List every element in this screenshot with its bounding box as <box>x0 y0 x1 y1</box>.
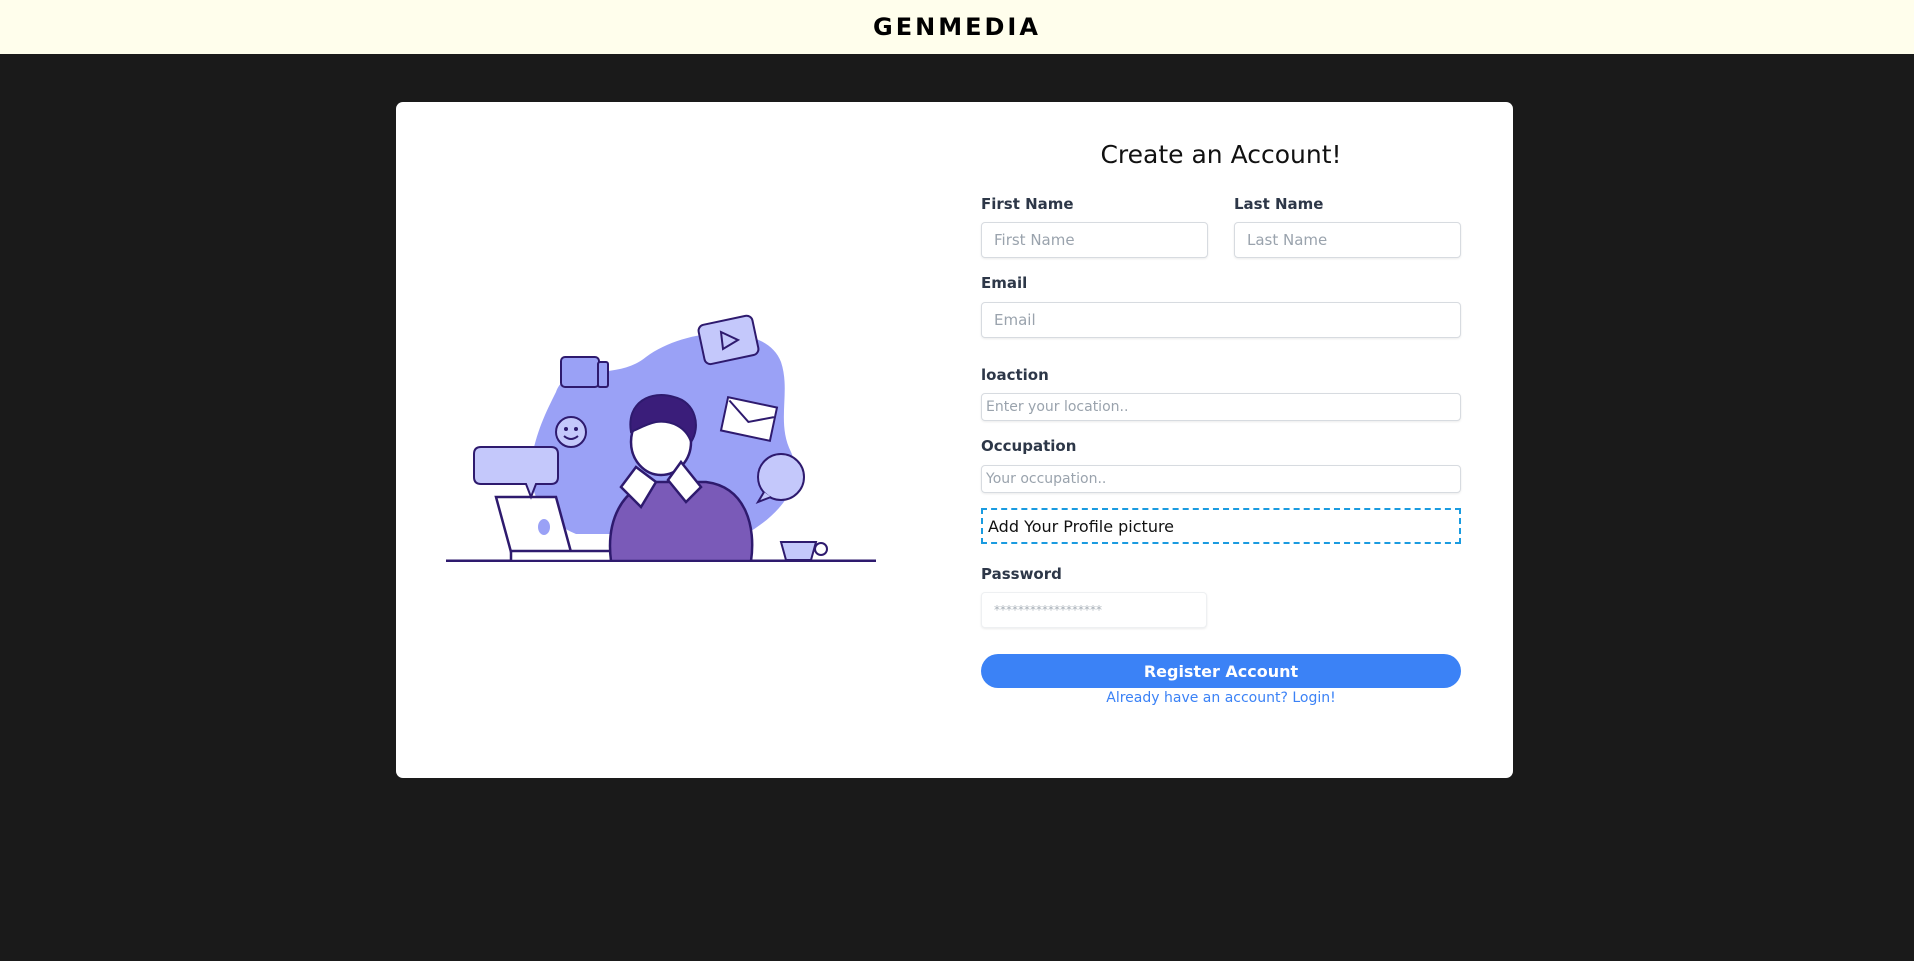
speech-bubble-icon <box>755 453 805 504</box>
occupation-input[interactable] <box>981 465 1461 493</box>
top-header: GENMEDIA <box>0 0 1914 54</box>
email-label: Email <box>981 274 1028 292</box>
first-name-label: First Name <box>981 195 1074 213</box>
location-input[interactable] <box>981 393 1461 421</box>
register-account-button[interactable]: Register Account <box>981 654 1461 688</box>
profile-picture-label: Add Your Profile picture <box>988 516 1175 536</box>
occupation-label: Occupation <box>981 437 1077 455</box>
location-label: loaction <box>981 366 1049 384</box>
brand-logo[interactable]: GENMEDIA <box>873 13 1041 41</box>
smiley-icon <box>555 416 587 448</box>
coffee-cup-icon <box>779 541 828 561</box>
social-media-illustration <box>446 314 876 562</box>
page-title: Create an Account! <box>1100 140 1342 169</box>
last-name-input[interactable] <box>1234 222 1461 258</box>
first-name-input[interactable] <box>981 222 1208 258</box>
register-card: Create an Account! First Name Last Name … <box>396 102 1513 778</box>
password-input[interactable] <box>981 592 1207 628</box>
profile-picture-dropzone[interactable]: Add Your Profile picture <box>981 508 1461 544</box>
password-label: Password <box>981 565 1062 583</box>
email-input[interactable] <box>981 302 1461 338</box>
thumbs-up-icon <box>560 356 609 388</box>
login-link[interactable]: Already have an account? Login! <box>981 690 1461 706</box>
last-name-label: Last Name <box>1234 195 1324 213</box>
